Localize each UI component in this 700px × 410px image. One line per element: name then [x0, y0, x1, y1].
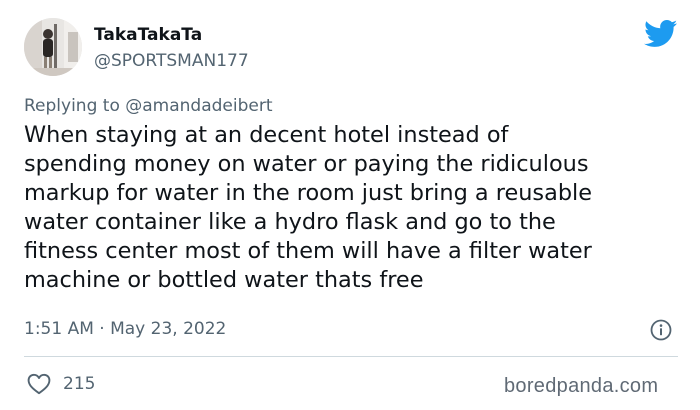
- tweet-timestamp[interactable]: 1:51 AM · May 23, 2022: [24, 318, 226, 340]
- reply-context: Replying to @amandadeibert: [24, 95, 273, 117]
- tweet-text-line: When staying at an decent hotel instead …: [24, 122, 509, 148]
- tweet-text-line: machine or bottled water thats free: [24, 267, 424, 293]
- tweet-text-line: fitness center most of them will have a …: [24, 238, 592, 264]
- avatar-photo: [24, 18, 82, 76]
- watermark: boredpanda.com: [504, 375, 659, 397]
- tweet-text-line: spending money on water or paying the ri…: [24, 151, 589, 177]
- user-handle[interactable]: @SPORTSMAN177: [94, 50, 249, 72]
- twitter-bird-icon[interactable]: [644, 20, 678, 48]
- info-icon[interactable]: [650, 319, 672, 341]
- like-count: 215: [63, 374, 96, 394]
- display-name[interactable]: TakaTakaTa: [94, 24, 202, 46]
- tweet-text: When staying at an decent hotel instead …: [24, 121, 684, 295]
- reply-prefix: Replying to: [24, 96, 126, 116]
- tweet-text-line: water container like a hydro flask and g…: [24, 209, 556, 235]
- divider: [24, 356, 678, 357]
- avatar[interactable]: [24, 18, 82, 76]
- reply-mention-link[interactable]: @amandadeibert: [125, 96, 272, 116]
- heart-icon[interactable]: [27, 373, 51, 395]
- tweet-card: TakaTakaTa @SPORTSMAN177 Replying to @am…: [0, 0, 700, 410]
- tweet-text-line: markup for water in the room just bring …: [24, 180, 593, 206]
